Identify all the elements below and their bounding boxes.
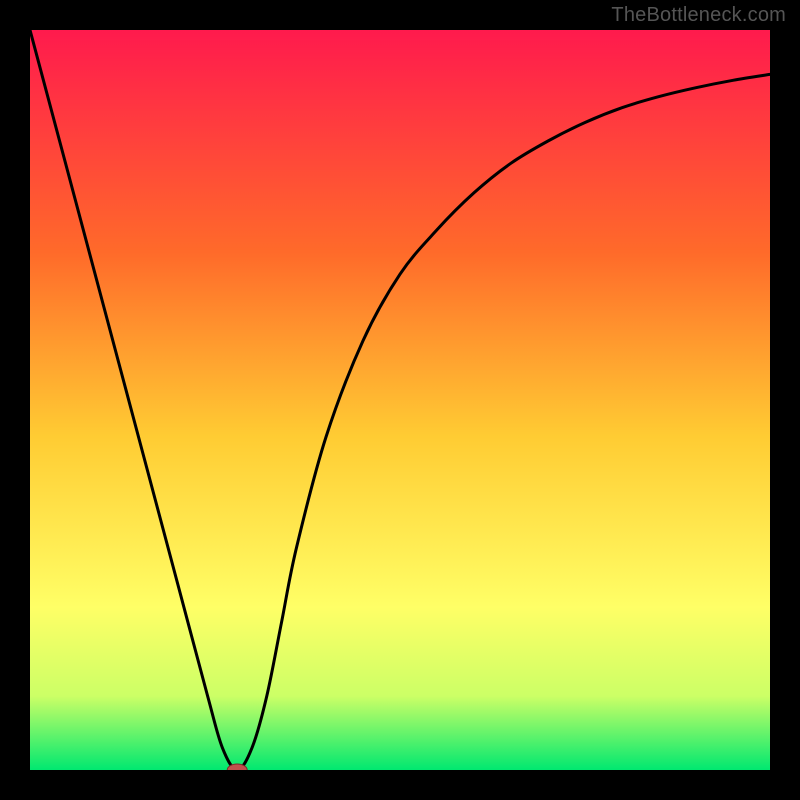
watermark-text: TheBottleneck.com	[611, 4, 786, 27]
gradient-background	[30, 30, 770, 770]
chart-frame: TheBottleneck.com	[0, 0, 800, 800]
chart-plot-area	[30, 30, 770, 770]
